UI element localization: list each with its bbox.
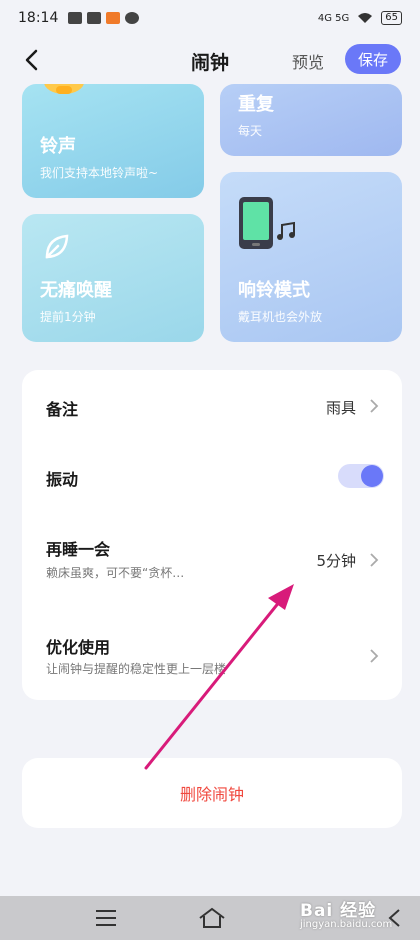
ringtone-title: 铃声 — [40, 136, 76, 157]
chat-icon — [125, 12, 140, 24]
sun-icon — [44, 84, 84, 94]
toggle-knob — [361, 465, 383, 487]
snooze-row[interactable]: 再睡一会 赖床虽爽，可不要“贪杯… 5分钟 — [22, 510, 402, 610]
ringtone-card[interactable]: 铃声 我们支持本地铃声啦~ — [22, 84, 204, 198]
status-notification-icons — [68, 12, 140, 24]
optimize-label: 优化使用 — [46, 638, 111, 657]
snooze-subtitle: 赖床虽爽，可不要“贪杯… — [46, 566, 185, 580]
painless-wake-subtitle: 提前1分钟 — [40, 310, 96, 324]
back-button[interactable] — [18, 46, 46, 74]
painless-wake-card[interactable]: 无痛唤醒 提前1分钟 — [22, 214, 204, 342]
memo-value: 雨具 — [325, 399, 356, 417]
memo-label: 备注 — [46, 400, 79, 419]
home-icon[interactable] — [198, 906, 226, 930]
calendar-icon — [87, 12, 102, 24]
repeat-title: 重复 — [238, 94, 274, 115]
optimize-row[interactable]: 优化使用 让闹钟与提醒的稳定性更上一层楼 — [22, 610, 402, 700]
menu-icon[interactable] — [95, 908, 117, 928]
leaf-icon — [45, 234, 69, 259]
header: 闹钟 预览 保存 — [0, 36, 420, 84]
save-button[interactable]: 保存 — [345, 44, 401, 74]
vibrate-label: 振动 — [46, 470, 79, 489]
repeat-card[interactable]: 重复 每天 — [220, 84, 402, 156]
wifi-icon — [358, 13, 373, 23]
vibrate-toggle[interactable] — [338, 464, 384, 488]
snooze-value: 5分钟 — [316, 552, 356, 570]
repeat-subtitle: 每天 — [238, 124, 263, 138]
ringtone-subtitle: 我们支持本地铃声啦~ — [40, 166, 159, 180]
watermark: Bai 经验 jingyan.baidu.com — [300, 896, 392, 930]
chevron-right-icon — [370, 553, 379, 567]
network-label: 4G 5G — [317, 12, 350, 24]
status-time: 18:14 — [18, 10, 59, 26]
vibrate-row: 振动 — [22, 442, 402, 510]
chevron-right-icon — [370, 399, 379, 413]
status-bar: 18:14 4G 5G 65 — [0, 0, 420, 36]
ring-mode-title: 响铃模式 — [238, 280, 310, 301]
preview-button[interactable]: 预览 — [292, 49, 324, 73]
battery-icon: 65 — [381, 11, 402, 25]
memo-row[interactable]: 备注 雨具 — [22, 370, 402, 442]
delete-alarm-label: 删除闹钟 — [179, 785, 244, 804]
music-note-icon — [277, 221, 295, 240]
ring-mode-subtitle: 戴耳机也会外放 — [238, 310, 323, 324]
snooze-label: 再睡一会 — [46, 540, 111, 559]
painless-wake-title: 无痛唤醒 — [40, 280, 112, 301]
optimize-subtitle: 让闹钟与提醒的稳定性更上一层楼 — [46, 662, 227, 676]
chevron-right-icon — [370, 649, 379, 663]
app-notification-icon — [106, 12, 121, 24]
chevron-left-icon — [25, 49, 38, 71]
watermark-brand: Bai 经验 — [300, 901, 377, 921]
phone-icon — [239, 197, 273, 249]
delete-alarm-button[interactable]: 删除闹钟 — [22, 758, 402, 828]
watermark-url: jingyan.baidu.com — [300, 919, 393, 930]
notification-icon — [68, 12, 83, 24]
settings-list: 备注 雨具 振动 再睡一会 赖床虽爽，可不要“贪杯… 5分钟 优化使用 让闹钟与… — [22, 370, 402, 700]
status-right: 4G 5G 65 — [318, 11, 402, 25]
ring-mode-card[interactable]: 响铃模式 戴耳机也会外放 — [220, 172, 402, 342]
